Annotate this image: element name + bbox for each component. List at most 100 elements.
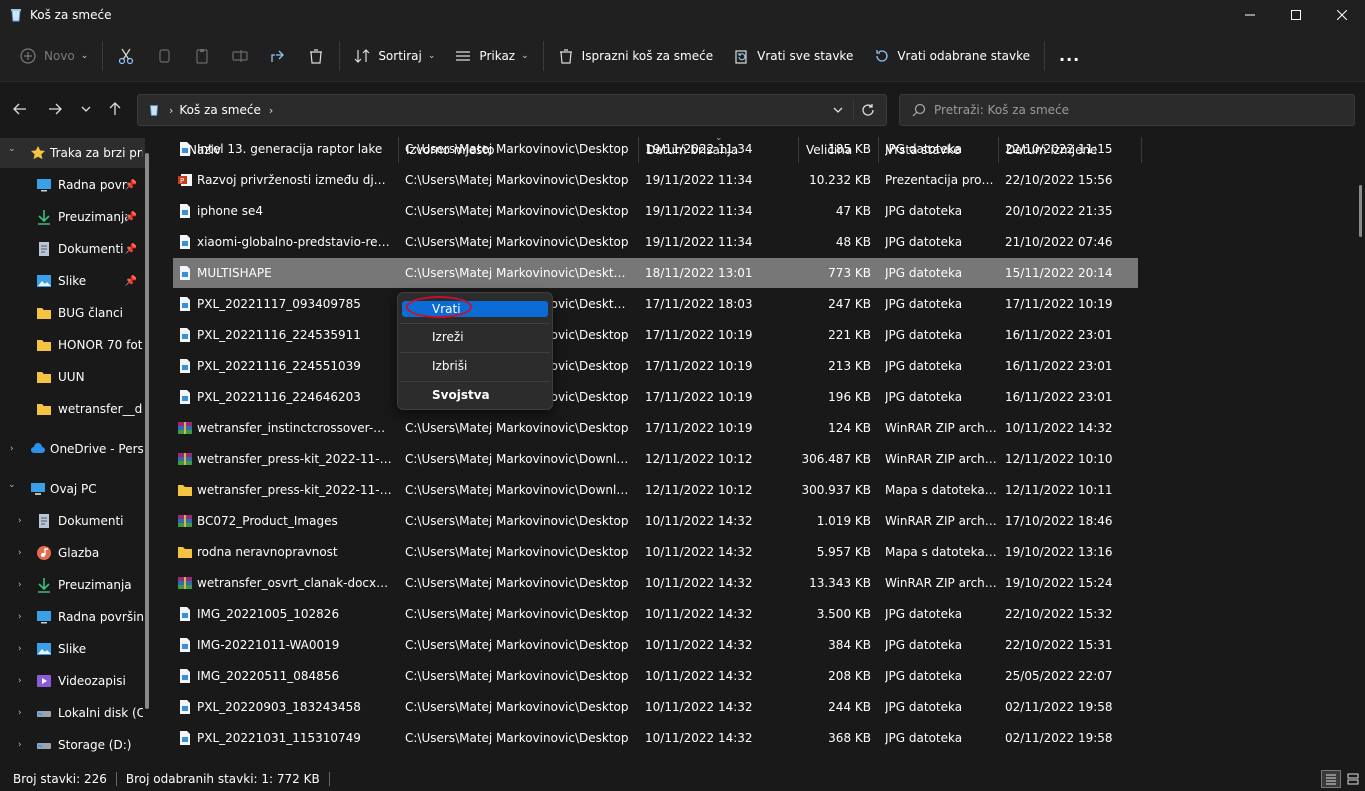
file-row[interactable]: PXL_20221031_115310749 C:\Users\Matej Mar…: [173, 723, 1138, 753]
file-row[interactable]: IMG_20220511_084856 C:\Users\Matej Markov…: [173, 661, 1138, 691]
maximize-button[interactable]: [1273, 0, 1319, 30]
chevron-right-icon[interactable]: ›: [269, 104, 273, 117]
rename-button[interactable]: [221, 38, 259, 74]
file-row[interactable]: iphone se4 C:\Users\Matej Markovinovic\De…: [173, 196, 1138, 226]
sidebar-item[interactable]: Preuzimanja 📌: [0, 202, 145, 232]
file-row[interactable]: wetransfer_press-kit_2022-11-09_1423 C:\U…: [173, 475, 1138, 505]
tiles-view-button[interactable]: [1343, 770, 1363, 788]
column-header-type[interactable]: Vrsta stavke: [879, 137, 999, 163]
sidebar-item[interactable]: › Videozapisi: [0, 666, 145, 696]
column-header-size[interactable]: Veličina: [799, 137, 879, 163]
chevron-right-icon[interactable]: ›: [18, 548, 22, 558]
forward-button[interactable]: [43, 99, 67, 119]
sidebar-item[interactable]: HONOR 70 fotke: [0, 330, 145, 360]
file-row[interactable]: BC072_Product_Images C:\Users\Matej Marko…: [173, 506, 1138, 536]
empty-bin-button[interactable]: Isprazni koš za smeće: [548, 38, 723, 74]
sidebar-item[interactable]: wetransfer__dsc: [0, 394, 145, 424]
file-row[interactable]: IMG_20221005_102826 C:\Users\Matej Markov…: [173, 599, 1138, 629]
image-file-icon: [177, 327, 193, 343]
sidebar-item[interactable]: › OneDrive - Personal: [0, 434, 145, 464]
back-button[interactable]: [8, 99, 32, 119]
search-input[interactable]: [934, 103, 1334, 117]
sidebar-item-label: HONOR 70 fotke: [58, 338, 143, 352]
file-row[interactable]: P Razvoj privrženosti između djeteta i ro…: [173, 165, 1138, 195]
sidebar-item[interactable]: › Lokalni disk (C:): [0, 698, 145, 728]
address-bar[interactable]: › Koš za smeće ›: [137, 94, 887, 126]
file-list-scrollbar[interactable]: [1359, 185, 1362, 237]
sidebar-scrollbar[interactable]: [145, 153, 149, 709]
minimize-button[interactable]: [1227, 0, 1273, 30]
column-header-modified[interactable]: Datum izmjene: [999, 137, 1142, 163]
delete-button[interactable]: [297, 38, 335, 74]
restore-all-button[interactable]: Vrati sve stavke: [723, 38, 863, 74]
pin-icon[interactable]: 📌: [125, 212, 137, 223]
file-row[interactable]: PXL_20221116_224535911C:\Users\Matej Mar…: [173, 320, 1138, 350]
chevron-down-icon[interactable]: ⌄: [8, 144, 16, 154]
command-bar: Novo ⌄ Sortiraj ⌄ Prikaz ⌄ Isprazni koš …: [0, 30, 1365, 82]
pin-icon[interactable]: 📌: [125, 244, 137, 255]
recycle-bin-icon: [11, 9, 21, 22]
recent-locations-button[interactable]: [74, 99, 98, 119]
up-button[interactable]: [103, 99, 127, 119]
file-row[interactable]: xiaomi-globalno-predstavio-redmi-note C:\…: [173, 227, 1138, 257]
file-row[interactable]: PXL_20221116_224551039C:\Users\Matej Mar…: [173, 351, 1138, 381]
sidebar-item[interactable]: ⌄ Ovaj PC: [0, 474, 145, 504]
download-icon: [36, 209, 52, 225]
sidebar-item[interactable]: › Preuzimanja: [0, 570, 145, 600]
file-row[interactable]: wetransfer_osvrt_clanak-docx_2022-10-19 C…: [173, 568, 1138, 598]
restore-selected-button[interactable]: Vrati odabrane stavke: [863, 38, 1040, 74]
new-button[interactable]: Novo ⌄: [10, 38, 98, 74]
file-row[interactable]: MULTISHAPE C:\Users\Matej Markovinovic\De…: [173, 258, 1138, 288]
file-row[interactable]: IMG-20221011-WA0019 C:\Users\Matej Markov…: [173, 630, 1138, 660]
details-view-button[interactable]: [1321, 770, 1341, 788]
file-row[interactable]: wetransfer_press-kit_2022-11-09_1423 C:\U…: [173, 444, 1138, 474]
chevron-right-icon[interactable]: ›: [18, 580, 22, 590]
more-options-button[interactable]: ...: [1049, 38, 1090, 74]
sort-button[interactable]: Sortiraj ⌄: [344, 38, 445, 74]
cut-button[interactable]: [107, 38, 145, 74]
file-row[interactable]: PXL_20221117_093409785C:\Users\Matej Mar…: [173, 289, 1138, 319]
sidebar-item[interactable]: › Storage (D:): [0, 730, 145, 760]
copy-button[interactable]: [145, 38, 183, 74]
file-row[interactable]: PXL_20220903_183243458 C:\Users\Matej Mar…: [173, 692, 1138, 722]
pin-icon[interactable]: 📌: [125, 180, 137, 191]
column-header-deleted[interactable]: ⌄ Datum brisanja: [639, 137, 799, 163]
chevron-down-icon[interactable]: [832, 104, 844, 116]
sidebar-item[interactable]: Slike 📌: [0, 266, 145, 296]
sidebar-item[interactable]: › Dokumenti: [0, 506, 145, 536]
chevron-right-icon[interactable]: ›: [18, 676, 22, 686]
share-button[interactable]: [259, 38, 297, 74]
sidebar-item[interactable]: Dokumenti 📌: [0, 234, 145, 264]
sidebar-item[interactable]: › Slike: [0, 634, 145, 664]
chevron-down-icon[interactable]: ⌄: [8, 480, 16, 490]
sidebar-item[interactable]: BUG članci: [0, 298, 145, 328]
paste-button[interactable]: [183, 38, 221, 74]
view-button[interactable]: Prikaz ⌄: [445, 38, 538, 74]
chevron-right-icon[interactable]: ›: [10, 444, 14, 454]
column-header-name[interactable]: Naziv: [181, 137, 399, 163]
close-button[interactable]: [1319, 0, 1365, 30]
drive-icon: [36, 705, 52, 721]
refresh-icon[interactable]: [860, 102, 876, 118]
chevron-right-icon[interactable]: ›: [18, 644, 22, 654]
chevron-right-icon[interactable]: ›: [18, 612, 22, 622]
chevron-right-icon[interactable]: ›: [18, 740, 22, 750]
chevron-right-icon[interactable]: ›: [18, 708, 22, 718]
file-row[interactable]: wetransfer_instinctcrossover-2-jpg_2022 C…: [173, 413, 1138, 443]
sidebar-item[interactable]: Radna površina📌: [0, 170, 145, 200]
context-delete[interactable]: Izbriši: [402, 353, 548, 379]
chevron-right-icon[interactable]: ›: [18, 516, 22, 526]
file-row[interactable]: rodna neravnopravnost C:\Users\Matej Mark…: [173, 537, 1138, 567]
pin-icon[interactable]: 📌: [125, 276, 137, 287]
sidebar-item[interactable]: ⌄ Traka za brzi pristup: [0, 138, 145, 168]
sidebar-item[interactable]: › Radna površina: [0, 602, 145, 632]
file-size: 300.937 KB: [801, 483, 871, 497]
sidebar-item[interactable]: UUN: [0, 362, 145, 392]
breadcrumb[interactable]: Koš za smeće: [179, 103, 260, 117]
sidebar-item[interactable]: › Glazba: [0, 538, 145, 568]
context-cut[interactable]: Izreži: [402, 324, 548, 350]
context-properties[interactable]: Svojstva: [402, 382, 548, 408]
column-header-source[interactable]: Izvorno mjesto: [399, 137, 639, 163]
file-row[interactable]: PXL_20221116_224646203C:\Users\Matej Mar…: [173, 382, 1138, 412]
search-box[interactable]: [899, 94, 1355, 126]
